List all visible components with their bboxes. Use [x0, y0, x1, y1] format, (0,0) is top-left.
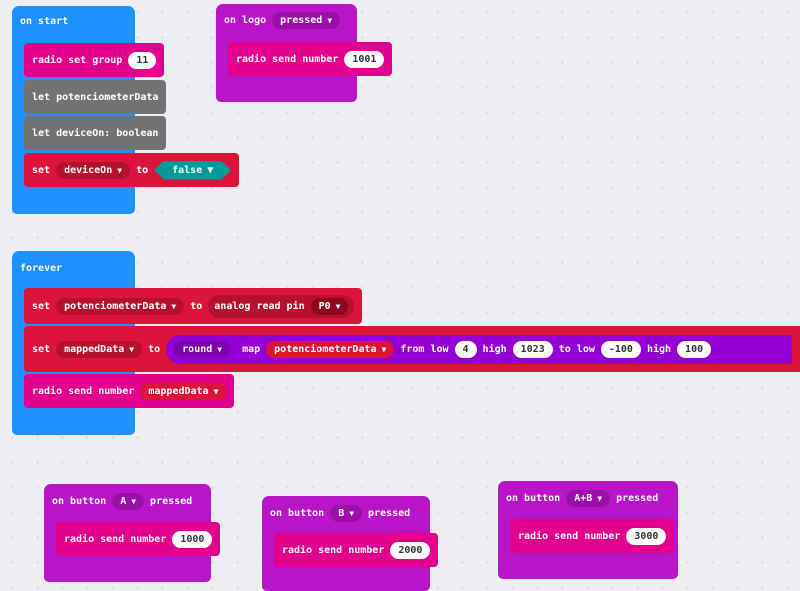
let-deviceon-label: let deviceOn: boolean: [32, 127, 159, 139]
chevron-down-icon: ▼: [117, 165, 123, 175]
forever-label: forever: [20, 263, 63, 274]
radio-send-3000-block[interactable]: radio send number 3000: [510, 519, 675, 553]
let-potenciometer-label: let potenciometerData: [32, 91, 159, 103]
radio-send-number-label: radio send number: [236, 53, 339, 65]
set-mappeddata-block[interactable]: set mappedData ▼ to round ▼ map potencio…: [24, 326, 800, 372]
radio-send-number-label: radio send number: [518, 530, 621, 542]
on-logo-header: on logo pressed ▼: [224, 12, 341, 29]
on-start-label: on start: [20, 16, 69, 27]
button-a-dropdown[interactable]: A ▼: [112, 493, 145, 510]
radio-set-group-label: radio set group: [32, 54, 123, 66]
on-logo-label: on logo: [224, 15, 267, 26]
button-ab-label: A+B: [574, 493, 593, 504]
chevron-down-icon: ▼: [597, 494, 603, 503]
pressed-label: pressed: [368, 508, 411, 519]
send-number-field[interactable]: 2000: [390, 541, 431, 559]
chevron-down-icon: ▼: [327, 16, 333, 25]
to-label: to: [136, 164, 149, 176]
set-label: set: [32, 164, 51, 176]
set-label: set: [32, 343, 51, 355]
boolean-dropdown[interactable]: false ▼: [154, 161, 231, 180]
chevron-down-icon: ▼: [335, 301, 341, 311]
logo-event-dropdown[interactable]: pressed ▼: [272, 12, 341, 29]
boolean-value: false: [172, 164, 203, 176]
logo-event-label: pressed: [280, 15, 323, 26]
analog-read-pin-label: analog read pin: [214, 300, 305, 312]
deviceon-variable-dropdown[interactable]: deviceOn ▼: [56, 161, 131, 179]
to-label: to: [190, 300, 203, 312]
radio-send-number-label: radio send number: [32, 385, 135, 397]
set-potenciometer-block[interactable]: set potenciometerData ▼ to analog read p…: [24, 288, 363, 324]
on-button-label: on button: [270, 508, 325, 519]
to-high-label: high: [646, 343, 672, 355]
round-label: round: [182, 343, 213, 355]
button-a-label: A: [120, 496, 127, 507]
chevron-down-icon: ▼: [207, 164, 214, 176]
let-potenciometer-block[interactable]: let potenciometerData: [24, 80, 167, 114]
to-high-field[interactable]: 100: [677, 340, 712, 358]
mappeddata-variable-dropdown[interactable]: mappedData ▼: [56, 340, 143, 358]
round-dropdown[interactable]: round ▼: [174, 340, 231, 358]
on-button-label: on button: [52, 496, 107, 507]
from-high-field[interactable]: 1023: [512, 340, 553, 358]
chevron-down-icon: ▼: [381, 344, 387, 354]
radio-send-number-block[interactable]: radio send number 1001: [228, 42, 393, 76]
on-button-label: on button: [506, 493, 561, 504]
on-button-ab-header: on button A+B ▼ pressed: [506, 490, 658, 507]
let-deviceon-block[interactable]: let deviceOn: boolean: [24, 116, 167, 150]
radio-send-1000-block[interactable]: radio send number 1000: [56, 522, 221, 556]
button-b-dropdown[interactable]: B ▼: [330, 505, 363, 522]
pin-dropdown[interactable]: P0 ▼: [310, 297, 349, 315]
radio-send-2000-block[interactable]: radio send number 2000: [274, 533, 439, 567]
map-variable-dropdown[interactable]: potenciometerData ▼: [266, 340, 395, 358]
deviceon-variable-label: deviceOn: [64, 164, 113, 176]
chevron-down-icon: ▼: [171, 301, 177, 311]
pressed-label: pressed: [616, 493, 659, 504]
pin-label: P0: [318, 300, 331, 312]
chevron-down-icon: ▼: [217, 344, 223, 354]
chevron-down-icon: ▼: [213, 386, 219, 396]
map-label: map: [242, 343, 261, 355]
set-label: set: [32, 300, 51, 312]
on-button-a-header: on button A ▼ pressed: [52, 493, 192, 510]
chevron-down-icon: ▼: [349, 509, 355, 518]
on-button-b-header: on button B ▼ pressed: [270, 505, 410, 522]
to-low-label: to low: [558, 343, 595, 355]
pressed-label: pressed: [150, 496, 193, 507]
chevron-down-icon: ▼: [129, 344, 135, 354]
round-block[interactable]: round ▼ map potenciometerData ▼ from low…: [166, 334, 792, 364]
button-ab-dropdown[interactable]: A+B ▼: [566, 490, 611, 507]
radio-send-mapped-block[interactable]: radio send number mappedData ▼: [24, 374, 235, 408]
map-variable-label: potenciometerData: [274, 343, 377, 355]
chevron-down-icon: ▼: [131, 497, 137, 506]
mappeddata-send-label: mappedData: [148, 385, 209, 397]
radio-send-number-label: radio send number: [64, 533, 167, 545]
radio-send-number-label: radio send number: [282, 544, 385, 556]
to-low-field[interactable]: -100: [600, 340, 641, 358]
from-low-label: from low: [400, 343, 449, 355]
mappeddata-send-dropdown[interactable]: mappedData ▼: [140, 382, 227, 400]
radio-set-group-block[interactable]: radio set group 11: [24, 43, 165, 77]
send-number-field[interactable]: 1001: [344, 50, 385, 68]
from-high-label: high: [482, 343, 507, 355]
mappeddata-variable-label: mappedData: [64, 343, 125, 355]
potenciometer-variable-dropdown[interactable]: potenciometerData ▼: [56, 297, 185, 315]
set-deviceon-block[interactable]: set deviceOn ▼ to false ▼: [24, 153, 240, 187]
from-low-field[interactable]: 4: [454, 340, 477, 358]
button-b-label: B: [338, 508, 345, 519]
potenciometer-variable-label: potenciometerData: [64, 300, 167, 312]
send-number-field[interactable]: 1000: [172, 530, 213, 548]
send-number-field[interactable]: 3000: [626, 527, 667, 545]
to-label: to: [148, 343, 161, 355]
group-number-field[interactable]: 11: [128, 51, 157, 69]
analog-read-pin-block[interactable]: analog read pin P0 ▼: [208, 294, 355, 318]
